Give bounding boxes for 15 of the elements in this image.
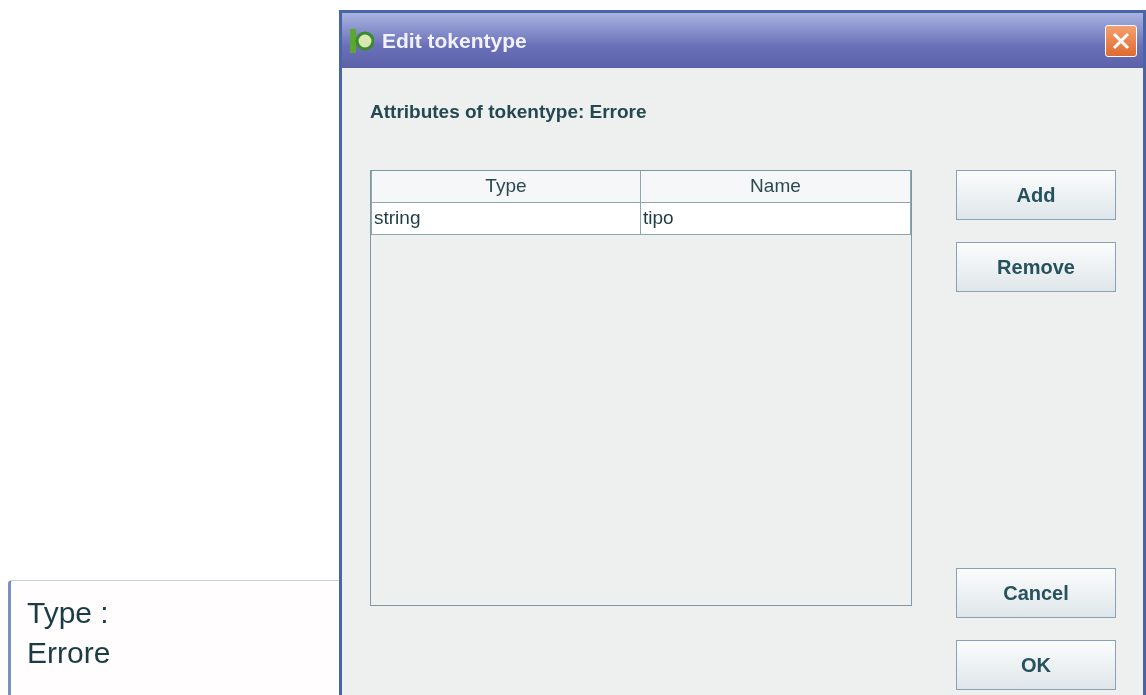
dialog-button[interactable]: Cancel — [956, 567, 1116, 618]
window-title: Edit tokentype — [382, 27, 528, 54]
column-header[interactable]: Type — [371, 170, 641, 203]
dialog-button[interactable]: Add — [956, 169, 1116, 220]
close-button[interactable] — [1105, 24, 1137, 57]
app-icon — [350, 27, 374, 54]
dialog-button[interactable]: Remove — [956, 241, 1116, 292]
dialog-button[interactable]: OK — [956, 639, 1116, 690]
table-cell: tipo — [640, 202, 911, 235]
info-text: Errore — [27, 635, 112, 671]
dialog-heading: Attributes of tokentype: Errore — [370, 100, 648, 124]
info-text: Type : — [27, 595, 110, 631]
close-icon — [1111, 30, 1131, 51]
table-cell: string — [371, 202, 641, 235]
column-header[interactable]: Name — [640, 170, 911, 203]
